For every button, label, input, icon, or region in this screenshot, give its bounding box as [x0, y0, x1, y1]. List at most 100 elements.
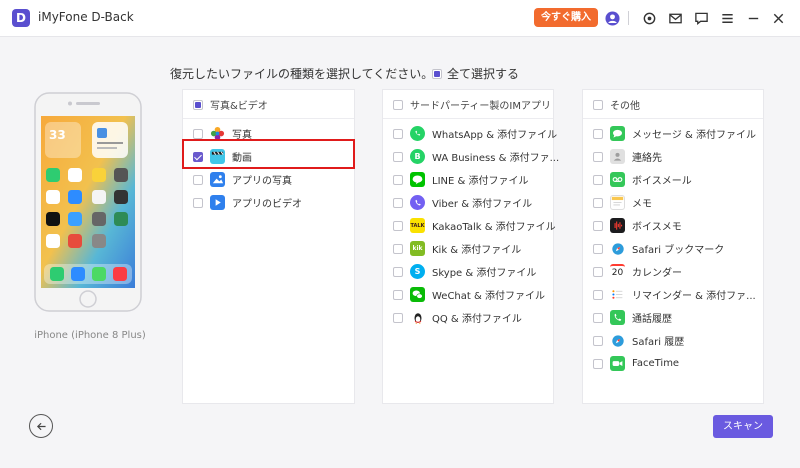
panel-divider [383, 118, 553, 119]
list-item-line[interactable]: LINE & 添付ファイル [393, 172, 528, 187]
list-item-safari-history[interactable]: Safari 履歴 [593, 333, 684, 348]
titlebar-divider [628, 11, 629, 25]
kik-icon: kik [410, 241, 425, 256]
list-item-skype[interactable]: S Skype & 添付ファイル [393, 264, 536, 279]
photos-checkbox[interactable] [193, 128, 203, 139]
facetime-camera-icon [610, 356, 625, 371]
wa-business-icon: B [410, 149, 425, 164]
safari-bookmarks-label: Safari ブックマーク [632, 245, 725, 256]
whatsapp-checkbox[interactable] [393, 128, 403, 139]
voice-memos-checkbox[interactable] [593, 220, 603, 231]
list-item-wechat[interactable]: WeChat & 添付ファイル [393, 287, 545, 302]
list-item-contacts[interactable]: 連絡先 [593, 149, 662, 164]
notes-label: メモ [632, 199, 652, 210]
reminders-icon [610, 287, 625, 302]
app-photos-checkbox[interactable] [193, 174, 203, 185]
im-apps-checkbox[interactable] [393, 99, 403, 110]
app-videos-label: アプリのビデオ [232, 199, 302, 210]
kik-checkbox[interactable] [393, 243, 403, 254]
viber-checkbox[interactable] [393, 197, 403, 208]
list-item-app-photos[interactable]: アプリの写真 [193, 172, 292, 187]
list-item-kakaotalk[interactable]: TALK KakaoTalk & 添付ファイル [393, 218, 556, 233]
skype-checkbox[interactable] [393, 266, 403, 277]
photos-video-header-label: 写真&ビデオ [210, 101, 268, 112]
viber-label: Viber & 添付ファイル [432, 199, 533, 210]
buy-now-button[interactable]: 今すぐ購入 [534, 8, 598, 27]
safari-history-checkbox[interactable] [593, 335, 603, 346]
other-panel: その他 メッセージ & 添付ファイル 連絡先 ボイスメール メモ ボイスメモ S… [582, 89, 764, 404]
qq-penguin-icon [410, 310, 425, 325]
menu-icon[interactable] [719, 10, 735, 26]
select-all-label: 全て選択する [447, 67, 520, 81]
list-item-whatsapp[interactable]: WhatsApp & 添付ファイル [393, 126, 557, 141]
feedback-icon[interactable] [693, 10, 709, 26]
qq-label: QQ & 添付ファイル [432, 314, 522, 325]
skype-icon: S [410, 264, 425, 279]
calendar-checkbox[interactable] [593, 266, 603, 277]
list-item-app-videos[interactable]: アプリのビデオ [193, 195, 302, 210]
close-icon[interactable] [770, 10, 786, 26]
line-checkbox[interactable] [393, 174, 403, 185]
whatsapp-icon [410, 126, 425, 141]
other-header-label: その他 [610, 101, 640, 112]
list-item-qq[interactable]: QQ & 添付ファイル [393, 310, 522, 325]
contacts-icon [610, 149, 625, 164]
list-item-messages[interactable]: メッセージ & 添付ファイル [593, 126, 756, 141]
safari-bookmarks-checkbox[interactable] [593, 243, 603, 254]
voicemail-checkbox[interactable] [593, 174, 603, 185]
call-history-label: 通話履歴 [632, 314, 672, 325]
app-videos-checkbox[interactable] [193, 197, 203, 208]
list-item-voicemail[interactable]: ボイスメール [593, 172, 692, 187]
list-item-reminders[interactable]: リマインダー & 添付ファ... [593, 287, 756, 302]
list-item-wa-business[interactable]: B WA Business & 添付ファ... [393, 149, 559, 164]
list-item-viber[interactable]: Viber & 添付ファイル [393, 195, 532, 210]
user-icon[interactable] [604, 10, 620, 26]
back-button[interactable] [29, 414, 53, 438]
list-item-calendar[interactable]: 20 カレンダー [593, 264, 682, 279]
phone-icon [610, 310, 625, 325]
list-item-safari-bookmarks[interactable]: Safari ブックマーク [593, 241, 724, 256]
skype-label: Skype & 添付ファイル [432, 268, 537, 279]
list-item-notes[interactable]: メモ [593, 195, 652, 210]
qq-checkbox[interactable] [393, 312, 403, 323]
notes-checkbox[interactable] [593, 197, 603, 208]
im-apps-header[interactable]: サードパーティー製のIMアプリ [393, 97, 551, 112]
im-apps-header-label: サードパーティー製のIMアプリ [410, 101, 551, 112]
wa-business-label: WA Business & 添付ファ... [432, 153, 560, 164]
safari-history-label: Safari 履歴 [632, 337, 685, 348]
kakaotalk-label: KakaoTalk & 添付ファイル [432, 222, 556, 233]
whatsapp-label: WhatsApp & 添付ファイル [432, 130, 558, 141]
facetime-checkbox[interactable] [593, 358, 603, 369]
line-icon [410, 172, 425, 187]
kakaotalk-checkbox[interactable] [393, 220, 403, 231]
voicemail-icon [610, 172, 625, 187]
messages-checkbox[interactable] [593, 128, 603, 139]
scan-button[interactable]: スキャン [713, 415, 773, 438]
list-item-facetime[interactable]: FaceTime [593, 356, 679, 371]
arrow-left-icon [36, 422, 46, 430]
reminders-checkbox[interactable] [593, 289, 603, 300]
mail-icon[interactable] [667, 10, 683, 26]
contacts-checkbox[interactable] [593, 151, 603, 162]
safari-compass-icon [610, 333, 625, 348]
select-all-checkbox[interactable]: 全て選択する [432, 65, 519, 82]
list-item-voice-memos[interactable]: ボイスメモ [593, 218, 682, 233]
select-all-box[interactable] [432, 68, 442, 79]
list-item-kik[interactable]: kik Kik & 添付ファイル [393, 241, 521, 256]
other-checkbox[interactable] [593, 99, 603, 110]
wa-business-checkbox[interactable] [393, 151, 403, 162]
photos-video-checkbox[interactable] [193, 99, 203, 110]
viber-icon [410, 195, 425, 210]
photos-video-panel: 写真&ビデオ 写真 動画 アプリの写真 アプリのビデオ [182, 89, 355, 404]
other-header[interactable]: その他 [593, 97, 640, 112]
list-item-call-history[interactable]: 通話履歴 [593, 310, 672, 325]
photos-video-header[interactable]: 写真&ビデオ [193, 97, 268, 112]
panel-divider [583, 118, 763, 119]
call-history-checkbox[interactable] [593, 312, 603, 323]
settings-icon[interactable] [641, 10, 657, 26]
kik-label: Kik & 添付ファイル [432, 245, 522, 256]
minimize-icon[interactable] [745, 10, 761, 26]
wechat-checkbox[interactable] [393, 289, 403, 300]
device-name: iPhone (iPhone 8 Plus) [34, 330, 146, 341]
phone-clock-text: 33 [49, 128, 66, 142]
